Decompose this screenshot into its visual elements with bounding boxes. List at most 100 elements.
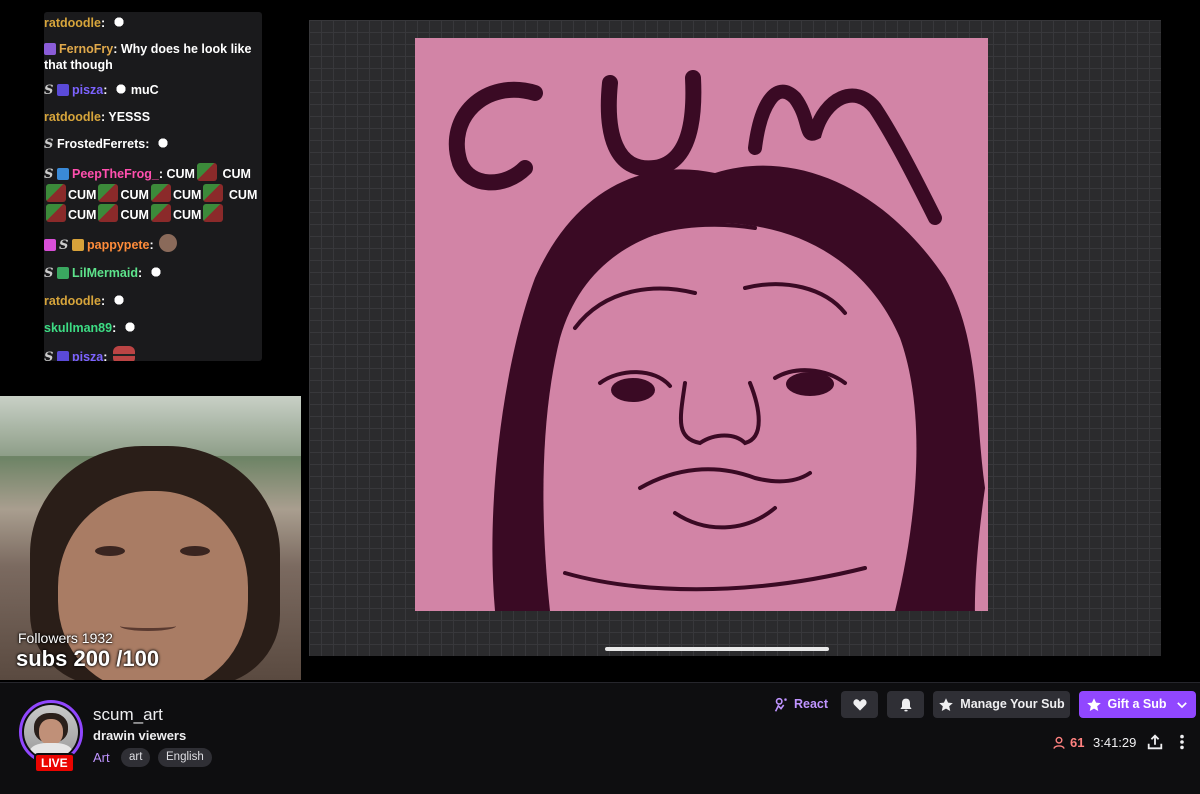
chat-message: S FrostedFerrets: xyxy=(44,135,262,153)
sub-badge-icon xyxy=(57,267,69,279)
frog-emote-icon xyxy=(196,163,217,181)
react-button[interactable]: React xyxy=(770,691,830,718)
chat-username: pisza xyxy=(72,350,104,361)
tag-art[interactable]: art xyxy=(121,748,151,767)
react-icon xyxy=(774,697,787,712)
chat-message: Spisza: xyxy=(44,346,262,361)
chat-spam-word: CUM xyxy=(120,208,149,222)
chat-username: ratdoodle xyxy=(44,110,101,124)
chat-separator: : xyxy=(100,294,106,308)
crown-badge-icon xyxy=(57,168,69,180)
chat-separator: : xyxy=(145,137,150,151)
viewer-count-value: 61 xyxy=(1070,735,1085,750)
milk-emote-icon xyxy=(121,319,138,335)
chat-text: CUM xyxy=(166,167,195,181)
chat-separator: : xyxy=(112,321,117,335)
chat-separator: : xyxy=(103,350,108,361)
more-vertical-icon[interactable] xyxy=(1176,733,1188,751)
gift-badge-icon xyxy=(72,239,84,251)
chat-overlay: ratdoodle: FernoFry: Why does he look li… xyxy=(44,12,262,361)
category-link[interactable]: Art xyxy=(93,750,110,765)
chat-message: S PeepTheFrog_: CUM CUM CUM CUM CUM CUM CUM CU… xyxy=(44,163,262,224)
webcam-mouth xyxy=(120,621,176,631)
subs-goal-overlay: subs 200 /100 xyxy=(16,646,160,671)
followers-count-overlay: Followers 1932 xyxy=(18,630,113,646)
s-badge-icon: S xyxy=(44,83,54,98)
artwork-face xyxy=(543,223,917,611)
milk-emote-icon xyxy=(154,135,171,151)
notifications-button[interactable] xyxy=(887,691,924,718)
frog-emote-icon xyxy=(150,184,171,202)
drawing-canvas xyxy=(309,20,1161,656)
gift-sub-button[interactable]: Gift a Sub xyxy=(1079,691,1196,718)
manage-sub-button[interactable]: Manage Your Sub xyxy=(933,691,1070,718)
chevron-down-icon xyxy=(1176,701,1187,708)
chat-message: skullman89: xyxy=(44,319,262,336)
chat-text: muC xyxy=(130,83,159,97)
chat-username: PeepTheFrog_ xyxy=(72,167,159,181)
stream-uptime: 3:41:29 xyxy=(1093,735,1137,750)
stream-title: drawin viewers xyxy=(93,728,187,743)
milk-emote-icon xyxy=(110,14,127,30)
star-icon xyxy=(1087,697,1102,711)
chat-message: Spisza: muC xyxy=(44,81,262,99)
chat-username: FrostedFerrets xyxy=(57,137,146,151)
milk-emote-icon xyxy=(147,264,164,280)
react-label: React xyxy=(793,697,829,711)
lips-emote-icon xyxy=(112,346,135,361)
s-badge-icon: S xyxy=(44,350,54,361)
face-emote-icon xyxy=(159,234,178,252)
chat-username: LilMermaid xyxy=(72,266,138,280)
chat-message: Spappypete: xyxy=(44,234,262,254)
chat-separator: : xyxy=(100,110,106,124)
s-badge-icon: S xyxy=(44,137,54,152)
channel-info-bar: LIVE scum_art drawin viewers Art art Eng… xyxy=(0,682,1200,794)
milk-emote-icon xyxy=(110,292,127,308)
frog-emote-icon xyxy=(98,204,119,222)
chat-spam-word: CUM xyxy=(68,188,97,202)
channel-name[interactable]: scum_art xyxy=(93,705,163,725)
share-icon[interactable] xyxy=(1146,733,1164,751)
chat-username: pisza xyxy=(72,83,104,97)
chat-spam-word: CUM xyxy=(222,167,251,181)
frog-emote-icon xyxy=(203,204,224,222)
stream-player[interactable]: ratdoodle: FernoFry: Why does he look li… xyxy=(0,0,1200,682)
viewer-count: 61 xyxy=(1052,735,1084,750)
webcam-feed: Followers 1932 subs 200 /100 xyxy=(0,396,301,680)
chat-message: ratdoodle: xyxy=(44,292,262,309)
tag-english[interactable]: English xyxy=(158,748,212,767)
chat-separator: : xyxy=(113,42,118,56)
chat-username: ratdoodle xyxy=(44,294,101,308)
chat-separator: : xyxy=(158,167,163,181)
gift-sub-label: Gift a Sub xyxy=(1107,697,1167,711)
chat-spam-word: CUM xyxy=(68,208,97,222)
artwork xyxy=(415,38,988,611)
frog-emote-icon xyxy=(46,184,66,202)
milk-emote-icon xyxy=(112,81,129,97)
sub-badge-icon xyxy=(44,43,56,55)
heart-icon xyxy=(852,698,867,711)
prime-badge-icon xyxy=(57,351,69,361)
chat-message: S LilMermaid: xyxy=(44,264,262,282)
webcam-eye xyxy=(180,546,210,556)
chat-username: skullman89 xyxy=(44,321,113,335)
chat-separator: : xyxy=(103,83,108,97)
chat-message: ratdoodle: YESSS xyxy=(44,109,262,125)
star-icon xyxy=(939,697,954,711)
chat-message: FernoFry: Why does he look like that tho… xyxy=(44,41,262,73)
manage-sub-label: Manage Your Sub xyxy=(960,697,1065,711)
follow-button[interactable] xyxy=(841,691,878,718)
chat-spam-word: CUM xyxy=(120,188,149,202)
person-icon xyxy=(1053,736,1065,749)
chat-spam-word: CUM xyxy=(228,188,258,202)
avatar-face xyxy=(39,719,63,745)
prime-badge-icon xyxy=(57,84,69,96)
chat-username: pappypete xyxy=(87,238,150,252)
s-badge-icon: S xyxy=(59,238,69,253)
frog-emote-icon xyxy=(98,184,119,202)
chat-spam-word: CUM xyxy=(172,188,202,202)
chat-message: ratdoodle: xyxy=(44,14,262,31)
webcam-eye xyxy=(95,546,125,556)
live-badge: LIVE xyxy=(34,753,75,773)
chat-username: ratdoodle xyxy=(44,16,101,30)
